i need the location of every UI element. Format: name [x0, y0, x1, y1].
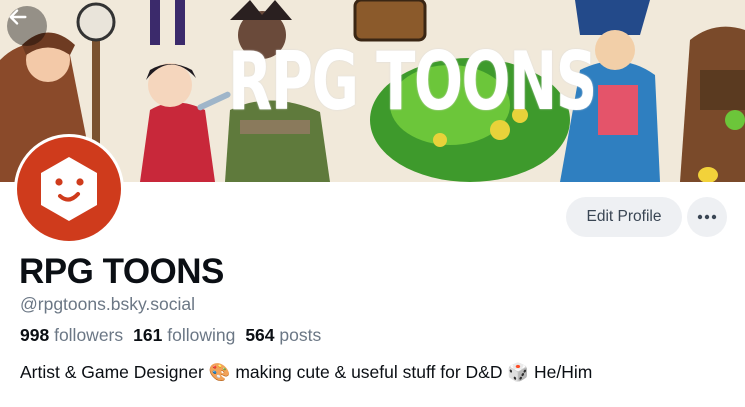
posts-count: 564 — [245, 325, 275, 345]
followers-label: followers — [54, 325, 124, 345]
followers-count: 998 — [20, 325, 50, 345]
banner-title: RPG TOONS — [228, 35, 597, 128]
edit-profile-button[interactable]: Edit Profile — [566, 197, 682, 237]
more-options-button[interactable] — [687, 197, 727, 237]
avatar[interactable] — [14, 134, 124, 244]
profile-stats: 998 followers 161 following 564 posts — [20, 325, 321, 346]
back-button[interactable] — [7, 6, 47, 46]
posts-stat: 564 posts — [245, 325, 321, 346]
d6-logo-icon — [41, 157, 97, 221]
arrow-left-icon — [9, 9, 27, 25]
display-name: RPG TOONS — [19, 252, 224, 291]
avatar-image — [17, 137, 121, 241]
following-link[interactable]: 161 following — [133, 325, 235, 346]
ellipsis-icon — [697, 214, 717, 220]
profile-handle: @rpgtoons.bsky.social — [20, 294, 196, 314]
following-label: following — [167, 325, 236, 345]
following-count: 161 — [133, 325, 163, 345]
posts-label: posts — [279, 325, 322, 345]
profile-bio: Artist & Game Designer 🎨 making cute & u… — [20, 362, 593, 382]
followers-link[interactable]: 998 followers — [20, 325, 123, 346]
